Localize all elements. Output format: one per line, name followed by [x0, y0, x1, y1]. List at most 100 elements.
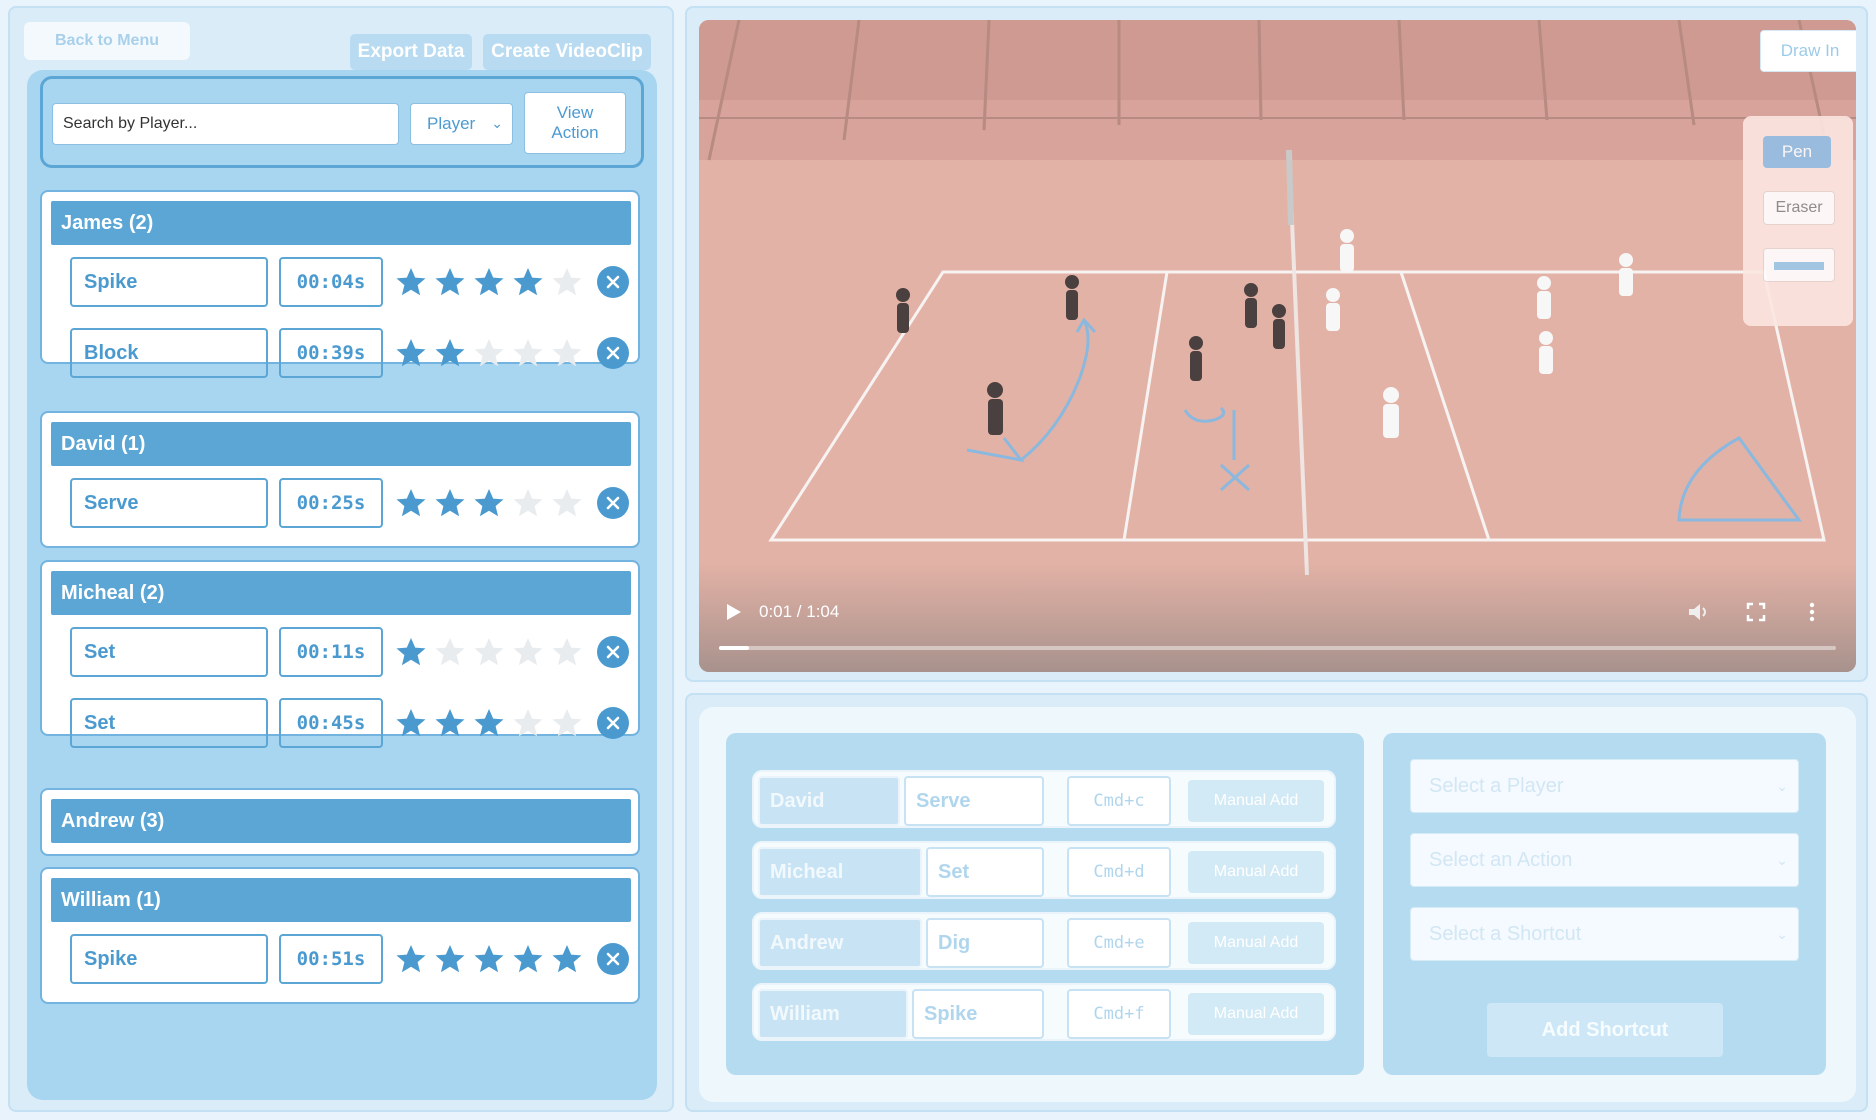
star-empty-icon[interactable] [508, 634, 547, 670]
create-videoclip-button[interactable]: Create VideoClip [483, 34, 651, 70]
star-filled-icon[interactable] [469, 264, 508, 300]
star-empty-icon[interactable] [469, 634, 508, 670]
player-header-andrew[interactable]: Andrew (3) [51, 799, 631, 843]
player-header-david[interactable]: David (1) [51, 422, 631, 466]
player-header-james[interactable]: James (2) [51, 201, 631, 245]
draw-in-button[interactable]: Draw In [1760, 30, 1856, 72]
star-filled-icon[interactable] [430, 705, 469, 741]
delete-action-button[interactable] [597, 266, 629, 298]
volume-icon[interactable] [1686, 600, 1712, 624]
shortcut-key[interactable]: Cmd+f [1067, 989, 1171, 1039]
delete-action-button[interactable] [597, 707, 629, 739]
action-timestamp[interactable]: 00:45s [279, 698, 383, 748]
shortcut-key[interactable]: Cmd+d [1067, 847, 1171, 897]
shortcut-action[interactable]: Spike [912, 989, 1044, 1039]
star-rating [391, 264, 586, 300]
shortcut-panel: David Serve Cmd+c Manual Add Micheal Set… [685, 693, 1868, 1112]
view-action-button[interactable]: View Action [524, 92, 626, 154]
action-timestamp[interactable]: 00:25s [279, 478, 383, 528]
export-data-button[interactable]: Export Data [350, 34, 472, 70]
star-empty-icon[interactable] [547, 634, 586, 670]
pen-tool-button[interactable]: Pen [1763, 136, 1831, 168]
delete-action-button[interactable] [597, 636, 629, 668]
action-timestamp[interactable]: 00:04s [279, 257, 383, 307]
chevron-down-icon: ⌄ [1776, 852, 1788, 868]
star-empty-icon[interactable] [430, 634, 469, 670]
star-empty-icon[interactable] [469, 335, 508, 371]
shortcut-player[interactable]: Andrew [758, 918, 922, 968]
star-filled-icon[interactable] [430, 335, 469, 371]
star-filled-icon[interactable] [547, 941, 586, 977]
close-icon [606, 645, 620, 659]
shortcut-action[interactable]: Serve [904, 776, 1044, 826]
shortcut-player[interactable]: William [758, 989, 908, 1039]
action-row: Set 00:11s [42, 627, 642, 679]
star-rating [391, 335, 586, 371]
action-name[interactable]: Block [70, 328, 268, 378]
shortcut-action[interactable]: Dig [926, 918, 1044, 968]
star-empty-icon[interactable] [547, 264, 586, 300]
star-empty-icon[interactable] [508, 705, 547, 741]
star-filled-icon[interactable] [508, 264, 547, 300]
delete-action-button[interactable] [597, 487, 629, 519]
delete-action-button[interactable] [597, 337, 629, 369]
star-empty-icon[interactable] [547, 485, 586, 521]
star-filled-icon[interactable] [430, 264, 469, 300]
shortcut-action[interactable]: Set [926, 847, 1044, 897]
shortcut-player[interactable]: Micheal [758, 847, 922, 897]
star-filled-icon[interactable] [469, 941, 508, 977]
select-action-dropdown[interactable]: Select an Action ⌄ [1410, 833, 1799, 887]
star-filled-icon[interactable] [430, 485, 469, 521]
star-filled-icon[interactable] [391, 485, 430, 521]
pen-color-swatch[interactable] [1763, 248, 1835, 282]
action-name[interactable]: Spike [70, 934, 268, 984]
more-options-icon[interactable] [1802, 600, 1822, 624]
manual-add-button[interactable]: Manual Add [1188, 922, 1324, 964]
shortcut-key[interactable]: Cmd+c [1067, 776, 1171, 826]
star-rating [391, 485, 586, 521]
video-player[interactable]: Draw In Pen Eraser 0:01 / 1:04 [699, 20, 1856, 672]
player-header-william[interactable]: William (1) [51, 878, 631, 922]
shortcut-key[interactable]: Cmd+e [1067, 918, 1171, 968]
star-filled-icon[interactable] [469, 705, 508, 741]
action-name[interactable]: Set [70, 698, 268, 748]
star-empty-icon[interactable] [508, 485, 547, 521]
manual-add-button[interactable]: Manual Add [1188, 780, 1324, 822]
star-empty-icon[interactable] [508, 335, 547, 371]
star-filled-icon[interactable] [391, 335, 430, 371]
star-filled-icon[interactable] [469, 485, 508, 521]
action-timestamp[interactable]: 00:11s [279, 627, 383, 677]
star-filled-icon[interactable] [430, 941, 469, 977]
shortcut-row: Micheal Set Cmd+d Manual Add [752, 841, 1336, 899]
close-icon [606, 275, 620, 289]
select-shortcut-dropdown[interactable]: Select a Shortcut ⌄ [1410, 907, 1799, 961]
star-filled-icon[interactable] [391, 264, 430, 300]
search-input[interactable] [52, 103, 399, 145]
manual-add-button[interactable]: Manual Add [1188, 851, 1324, 893]
star-empty-icon[interactable] [547, 335, 586, 371]
action-timestamp[interactable]: 00:39s [279, 328, 383, 378]
star-filled-icon[interactable] [391, 705, 430, 741]
search-filter-select[interactable]: Player ⌄ [410, 103, 513, 145]
shortcut-player[interactable]: David [758, 776, 900, 826]
action-name[interactable]: Serve [70, 478, 268, 528]
player-header-micheal[interactable]: Micheal (2) [51, 571, 631, 615]
star-empty-icon[interactable] [547, 705, 586, 741]
video-progress-bar[interactable] [719, 646, 1836, 650]
back-to-menu-button[interactable]: Back to Menu [24, 22, 190, 60]
play-icon[interactable] [721, 600, 745, 624]
select-shortcut-placeholder: Select a Shortcut [1429, 922, 1582, 945]
close-icon [606, 716, 620, 730]
select-player-dropdown[interactable]: Select a Player ⌄ [1410, 759, 1799, 813]
action-name[interactable]: Spike [70, 257, 268, 307]
manual-add-button[interactable]: Manual Add [1188, 993, 1324, 1035]
add-shortcut-button[interactable]: Add Shortcut [1487, 1003, 1723, 1057]
action-timestamp[interactable]: 00:51s [279, 934, 383, 984]
eraser-tool-button[interactable]: Eraser [1763, 191, 1835, 225]
delete-action-button[interactable] [597, 943, 629, 975]
star-filled-icon[interactable] [508, 941, 547, 977]
action-name[interactable]: Set [70, 627, 268, 677]
star-filled-icon[interactable] [391, 634, 430, 670]
star-filled-icon[interactable] [391, 941, 430, 977]
fullscreen-icon[interactable] [1744, 600, 1768, 624]
